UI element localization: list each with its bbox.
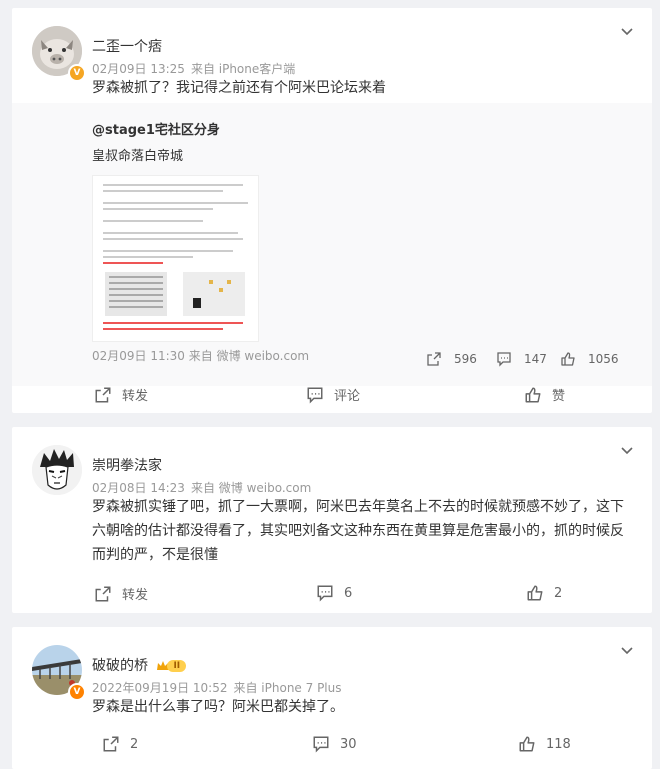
post-text: 罗森被抓实锤了吧，抓了一大票啊，阿米巴去年莫名上不去的时候就预感不妙了，这下六朝… bbox=[92, 499, 624, 563]
manga-face-avatar-icon bbox=[32, 445, 82, 495]
like-count: 2 bbox=[554, 585, 563, 601]
comment-icon bbox=[307, 387, 323, 404]
comment-button[interactable]: 6 bbox=[316, 584, 352, 602]
post-meta: 02月09日 13:25 来自 iPhone客户端 bbox=[92, 60, 301, 77]
comment-icon bbox=[317, 585, 333, 602]
author-name-row: 破破的桥 II bbox=[92, 655, 187, 675]
comment-count: 147 bbox=[524, 352, 547, 366]
repost-likes[interactable]: 1056 bbox=[560, 351, 619, 367]
like-button[interactable]: 118 bbox=[518, 735, 571, 753]
repost-button[interactable]: 转发 bbox=[94, 385, 148, 404]
verified-badge-icon: V bbox=[68, 64, 86, 82]
repost-count: 2 bbox=[130, 736, 139, 752]
like-count: 118 bbox=[546, 736, 571, 752]
repost-icon bbox=[95, 387, 111, 402]
repost-image[interactable] bbox=[92, 175, 259, 342]
post-date[interactable]: 02月09日 13:25 bbox=[92, 62, 185, 76]
comment-button[interactable]: 30 bbox=[312, 735, 357, 753]
like-button[interactable]: 2 bbox=[526, 584, 562, 602]
like-button[interactable]: 赞 bbox=[524, 385, 565, 404]
comment-count: 30 bbox=[340, 736, 357, 752]
repost-icon bbox=[427, 352, 441, 366]
repost-meta: 02月09日 11:30 来自 微博 weibo.com bbox=[92, 349, 310, 363]
screenshot-thumbnail-icon bbox=[103, 184, 248, 330]
thumbs-up-icon bbox=[527, 585, 543, 601]
author-name[interactable]: 崇明拳法家 bbox=[92, 455, 162, 475]
like-count: 1056 bbox=[588, 352, 619, 366]
level-label: II bbox=[167, 660, 187, 672]
thumbs-up-icon bbox=[519, 736, 535, 752]
post-text: 罗森被抓了？我记得之前还有个阿米巴论坛来着 bbox=[92, 80, 386, 96]
post-meta: 2022年09月19日 10:52 来自 iPhone 7 Plus bbox=[92, 679, 348, 696]
post-source: 来自 微博 weibo.com bbox=[190, 481, 312, 495]
repost-author[interactable]: @stage1宅社区分身 bbox=[92, 119, 220, 138]
repost-text: 皇叔命落白帝城 bbox=[92, 149, 184, 164]
comment-icon bbox=[313, 736, 329, 753]
repost-button[interactable]: 转发 bbox=[94, 584, 148, 603]
thumbs-up-icon bbox=[525, 387, 541, 402]
post-card: 崇明拳法家 02月08日 14:23 来自 微博 weibo.com 罗森被抓实锤… bbox=[12, 427, 652, 613]
chevron-down-icon[interactable] bbox=[620, 643, 634, 657]
repost-quote: @stage1宅社区分身 皇叔命落白帝城 02月09日 11:30 来自 微博 … bbox=[12, 103, 652, 386]
post-card: V 破破的桥 II 2022年09月19日 10:52 来自 iPhone 7 P… bbox=[12, 627, 652, 769]
avatar[interactable] bbox=[32, 445, 82, 495]
repost-count: 596 bbox=[454, 352, 477, 366]
author-name[interactable]: 二歪一个痞 bbox=[92, 36, 162, 56]
author-name[interactable]: 破破的桥 bbox=[92, 658, 148, 674]
post-date[interactable]: 2022年09月19日 10:52 bbox=[92, 681, 227, 695]
comment-count: 6 bbox=[344, 585, 353, 601]
repost-icon bbox=[95, 586, 111, 601]
repost-reposts[interactable]: 596 bbox=[426, 351, 477, 367]
repost-comments[interactable]: 147 bbox=[496, 351, 547, 367]
post-date[interactable]: 02月08日 14:23 bbox=[92, 481, 185, 495]
post-source: 来自 iPhone客户端 bbox=[190, 62, 296, 76]
verified-badge-icon: V bbox=[68, 683, 86, 701]
repost-button[interactable]: 2 bbox=[102, 735, 138, 753]
repost-icon bbox=[103, 736, 119, 752]
chevron-down-icon[interactable] bbox=[620, 443, 634, 457]
comment-icon bbox=[497, 352, 511, 367]
repost-label: 转发 bbox=[122, 588, 149, 603]
post-meta: 02月08日 14:23 来自 微博 weibo.com bbox=[92, 479, 317, 496]
chevron-down-icon[interactable] bbox=[620, 24, 634, 38]
repost-label: 转发 bbox=[122, 389, 149, 404]
level-badge[interactable]: II bbox=[156, 660, 187, 672]
thumbs-up-icon bbox=[561, 352, 575, 366]
like-label: 赞 bbox=[552, 389, 566, 404]
post-source: 来自 iPhone 7 Plus bbox=[233, 681, 342, 695]
post-card: V 二歪一个痞 02月09日 13:25 来自 iPhone客户端 罗森被抓了？我… bbox=[12, 8, 652, 413]
comment-button[interactable]: 评论 bbox=[306, 385, 360, 404]
comment-label: 评论 bbox=[334, 389, 361, 404]
post-text: 罗森是出什么事了吗？阿米巴都关掉了。 bbox=[92, 699, 344, 715]
